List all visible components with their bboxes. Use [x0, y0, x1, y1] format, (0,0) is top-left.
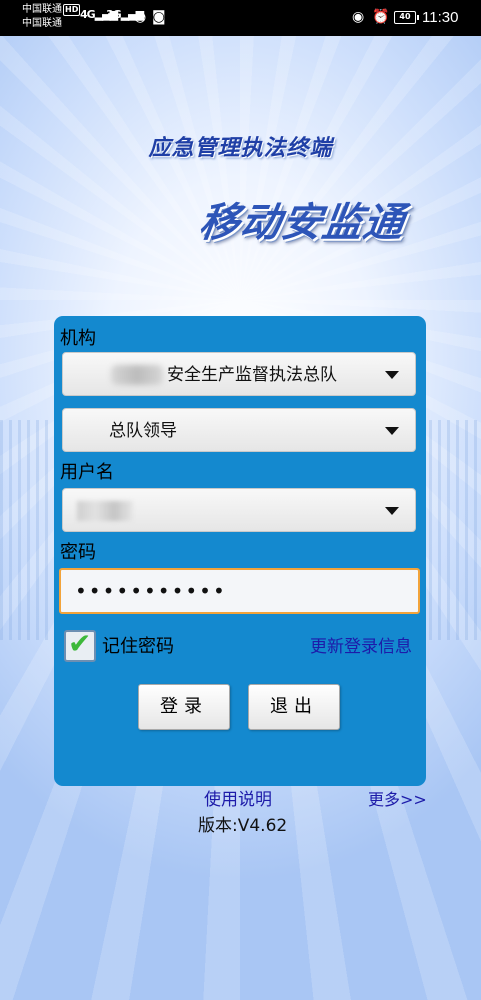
org-select[interactable]: 安全生产监督执法总队: [62, 352, 416, 396]
password-label: 密码: [60, 542, 96, 563]
more-link[interactable]: 更多>>: [368, 790, 427, 810]
password-field[interactable]: •••••••••••: [59, 568, 420, 614]
dropdown-arrow-icon: [385, 507, 399, 515]
app-logo: 移动安监通: [196, 200, 408, 246]
username-select[interactable]: [62, 488, 416, 532]
password-value: •••••••••••: [75, 579, 227, 603]
alarm-icon: ⏰: [372, 9, 390, 25]
checkmark-icon: ✔: [68, 627, 92, 660]
status-bar: 中国联通 HD 中国联通 4G▂▄▆ 3G▂▄▆ ◔ ◙ ◉ ⏰ 40 11:3…: [0, 0, 481, 36]
signal-3g-label: 3G: [106, 8, 122, 21]
login-panel: 机构 安全生产监督执法总队 总队领导 用户名 密码 ••••••••••• ✔ …: [54, 316, 426, 786]
wifi-call-icon: ◔: [134, 9, 147, 25]
version-text: 版本:V4.62: [198, 816, 288, 836]
carrier-primary: 中国联通: [22, 4, 62, 15]
remember-password-checkbox[interactable]: ✔: [64, 627, 96, 662]
battery-icon: 40: [394, 11, 419, 24]
carrier-secondary: 中国联通: [22, 18, 62, 29]
clock: 11:30: [422, 9, 459, 26]
eye-comfort-icon: ◉: [352, 9, 365, 25]
login-button[interactable]: 登录: [138, 684, 230, 730]
signal-4g-label: 4G: [80, 8, 96, 21]
remember-password-label: 记住密码: [102, 636, 174, 657]
exit-button[interactable]: 退出: [248, 684, 340, 730]
redacted-username: [77, 501, 133, 521]
app-title: 应急管理执法终端: [148, 136, 333, 161]
username-label: 用户名: [60, 462, 114, 483]
org-select-value: 安全生产监督执法总队: [167, 365, 337, 385]
dept-select-value: 总队领导: [109, 421, 177, 441]
dropdown-arrow-icon: [385, 371, 399, 379]
redacted-org-prefix: [111, 365, 163, 385]
update-login-info-link[interactable]: 更新登录信息: [310, 636, 412, 658]
hd-badge: HD: [63, 4, 81, 16]
help-link[interactable]: 使用说明: [204, 790, 272, 810]
dept-select[interactable]: 总队领导: [62, 408, 416, 452]
org-label: 机构: [60, 328, 96, 349]
message-icon: ◙: [152, 9, 166, 25]
dropdown-arrow-icon: [385, 427, 399, 435]
